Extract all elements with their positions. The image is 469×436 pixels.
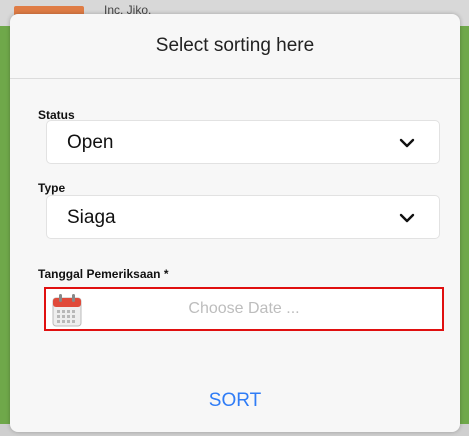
date-label: Tanggal Pemeriksaan * bbox=[38, 267, 169, 281]
sorting-modal: Select sorting here Status Open Type Sia… bbox=[10, 14, 460, 432]
type-label: Type bbox=[38, 181, 66, 195]
date-placeholder: Choose Date ... bbox=[188, 300, 300, 317]
status-select[interactable]: Open bbox=[46, 120, 440, 164]
modal-title: Select sorting here bbox=[10, 14, 460, 79]
type-value: Siaga bbox=[67, 207, 116, 228]
chevron-down-icon bbox=[399, 138, 415, 148]
type-select[interactable]: Siaga bbox=[46, 195, 440, 239]
chevron-down-icon bbox=[399, 213, 415, 223]
date-picker-field[interactable]: Choose Date ... bbox=[44, 287, 444, 331]
sort-button[interactable]: SORT bbox=[10, 390, 460, 412]
status-value: Open bbox=[67, 132, 114, 153]
